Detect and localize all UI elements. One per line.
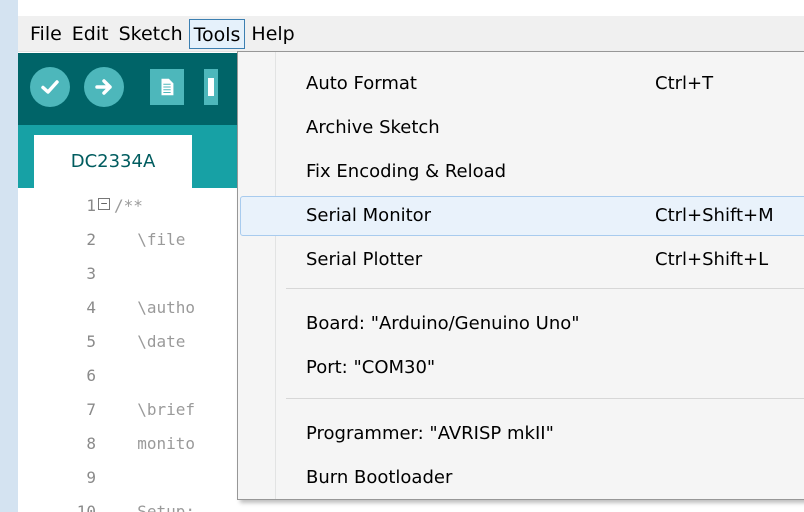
menu-separator [286,398,804,399]
new-file-icon [161,78,174,96]
menu-item-auto-format[interactable]: Auto Format Ctrl+T [240,64,804,104]
tab-label: DC2334A [70,151,156,172]
line-number: 1 [86,196,96,215]
new-button[interactable] [150,69,184,105]
code-text: /** [114,196,143,215]
line-number: 5 [86,332,96,351]
verify-button[interactable] [30,67,70,107]
menu-item-burn-bootloader[interactable]: Burn Bootloader [240,458,804,498]
checkmark-icon [41,80,59,94]
menu-separator [286,288,804,289]
upload-button[interactable] [84,67,124,107]
menu-item-label: Serial Plotter [306,249,423,270]
line-number: 6 [86,366,96,385]
open-button[interactable] [204,69,218,105]
line-number: 3 [86,264,96,283]
line-number: 10 [76,502,96,512]
line-number: 8 [86,434,96,453]
code-text: \brief [118,400,196,419]
code-text: Setup: [118,502,196,512]
menu-item-programmer[interactable]: Programmer: "AVRISP mkII" [240,414,804,454]
menu-file[interactable]: File [26,19,66,49]
open-file-icon [208,78,214,96]
menu-item-shortcut: Ctrl+T [655,73,714,94]
code-text: \date [118,332,186,351]
line-number: 2 [86,230,96,249]
window-edge [0,0,18,512]
menu-item-shortcut: Ctrl+Shift+M [655,205,774,226]
arrow-right-icon [95,79,112,95]
menu-item-fix-encoding[interactable]: Fix Encoding & Reload [240,152,804,192]
fold-collapse-icon[interactable]: − [98,198,110,210]
menu-item-serial-plotter[interactable]: Serial Plotter Ctrl+Shift+L [240,240,804,280]
menu-item-archive-sketch[interactable]: Archive Sketch [240,108,804,148]
menu-help[interactable]: Help [247,19,298,49]
menu-item-label: Programmer: "AVRISP mkII" [306,423,554,444]
tab-dc2334a[interactable]: DC2334A [34,135,192,188]
code-text: \file [118,230,186,249]
menu-edit[interactable]: Edit [68,19,113,49]
line-number: 9 [86,468,96,487]
menu-item-label: Archive Sketch [306,117,440,138]
menu-sketch[interactable]: Sketch [115,19,187,49]
menu-item-label: Port: "COM30" [306,357,436,378]
menu-tools[interactable]: Tools [188,18,246,49]
menu-item-label: Burn Bootloader [306,467,453,488]
menu-item-shortcut: Ctrl+Shift+L [655,249,769,270]
tools-dropdown-menu: Auto Format Ctrl+T Archive Sketch Fix En… [237,51,804,500]
code-text: monito [118,434,196,453]
menu-item-label: Fix Encoding & Reload [306,161,507,182]
menu-item-serial-monitor[interactable]: Serial Monitor Ctrl+Shift+M [240,196,804,236]
line-number: 7 [86,400,96,419]
arduino-ide-window: File Edit Sketch Tools Help DC2334A 1 − … [18,0,804,512]
menu-bar: File Edit Sketch Tools Help [18,16,804,52]
menu-item-label: Auto Format [306,73,417,94]
line-number: 4 [86,298,96,317]
menu-item-label: Board: "Arduino/Genuino Uno" [306,313,580,334]
menu-item-label: Serial Monitor [306,205,432,226]
menu-item-board[interactable]: Board: "Arduino/Genuino Uno" [240,304,804,344]
menu-item-port[interactable]: Port: "COM30" [240,348,804,388]
code-text: \autho [118,298,196,317]
